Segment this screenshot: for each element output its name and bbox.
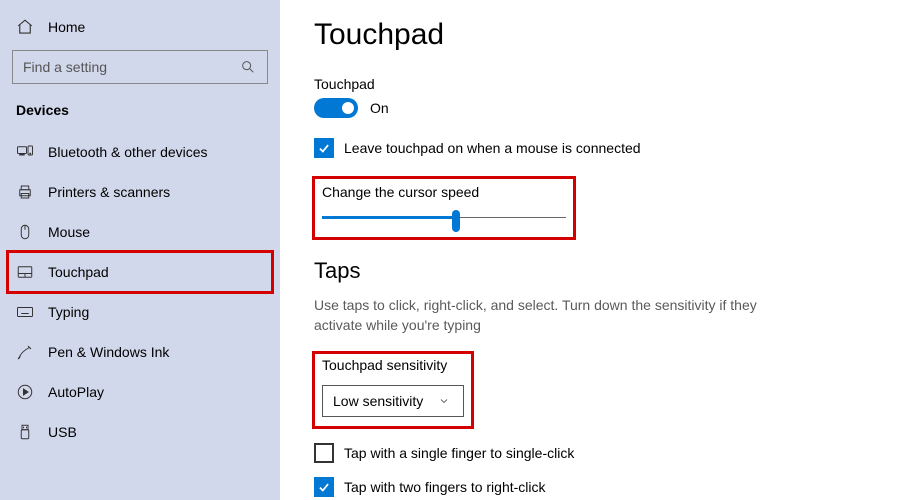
sidebar-item-mouse[interactable]: Mouse	[8, 212, 272, 252]
sidebar-item-label: USB	[48, 424, 77, 440]
sidebar-item-printers[interactable]: Printers & scanners	[8, 172, 272, 212]
slider-thumb[interactable]	[452, 210, 460, 232]
search-input[interactable]	[23, 59, 239, 75]
search-input-container[interactable]	[12, 50, 268, 84]
sidebar-item-usb[interactable]: USB	[8, 412, 272, 452]
autoplay-icon	[16, 383, 34, 401]
home-label: Home	[48, 19, 85, 35]
main-content: Touchpad Touchpad On Leave touchpad on w…	[280, 0, 900, 500]
slider-track-active	[322, 216, 456, 219]
search-icon	[239, 58, 257, 76]
page-title: Touchpad	[314, 18, 866, 52]
sensitivity-dropdown[interactable]: Low sensitivity	[322, 385, 464, 417]
sidebar-item-label: Mouse	[48, 224, 90, 240]
cursor-speed-group: Change the cursor speed	[314, 178, 574, 238]
sensitivity-group: Touchpad sensitivity Low sensitivity	[314, 353, 472, 427]
tap-double-label: Tap with two fingers to right-click	[344, 479, 546, 495]
sidebar-item-label: AutoPlay	[48, 384, 104, 400]
touchpad-toggle-label: Touchpad	[314, 76, 866, 92]
sidebar-item-touchpad[interactable]: Touchpad	[8, 252, 272, 292]
cursor-speed-label: Change the cursor speed	[322, 184, 566, 200]
printer-icon	[16, 183, 34, 201]
taps-heading: Taps	[314, 258, 866, 284]
sidebar-item-typing[interactable]: Typing	[8, 292, 272, 332]
chevron-down-icon	[435, 392, 453, 410]
mouse-icon	[16, 223, 34, 241]
toggle-state-text: On	[370, 100, 389, 116]
sidebar-item-bluetooth[interactable]: Bluetooth & other devices	[8, 132, 272, 172]
leave-on-label: Leave touchpad on when a mouse is connec…	[344, 140, 641, 156]
sidebar-item-label: Pen & Windows Ink	[48, 344, 169, 360]
sensitivity-value: Low sensitivity	[333, 393, 423, 409]
home-link[interactable]: Home	[8, 12, 272, 48]
tap-single-label: Tap with a single finger to single-click	[344, 445, 574, 461]
sensitivity-label: Touchpad sensitivity	[322, 357, 464, 373]
sidebar-item-label: Printers & scanners	[48, 184, 170, 200]
leave-on-checkbox[interactable]	[314, 138, 334, 158]
sidebar-item-label: Typing	[48, 304, 89, 320]
home-icon	[16, 18, 34, 36]
sidebar-item-label: Touchpad	[48, 264, 109, 280]
devices-icon	[16, 143, 34, 161]
taps-description: Use taps to click, right-click, and sele…	[314, 296, 774, 335]
tap-double-checkbox[interactable]	[314, 477, 334, 497]
touchpad-toggle[interactable]	[314, 98, 358, 118]
section-header-devices: Devices	[8, 98, 272, 132]
tap-single-checkbox[interactable]	[314, 443, 334, 463]
sidebar-item-pen[interactable]: Pen & Windows Ink	[8, 332, 272, 372]
sidebar-item-label: Bluetooth & other devices	[48, 144, 208, 160]
sidebar: Home Devices Bluetooth & other devices P…	[0, 0, 280, 500]
sidebar-item-autoplay[interactable]: AutoPlay	[8, 372, 272, 412]
usb-icon	[16, 423, 34, 441]
pen-icon	[16, 343, 34, 361]
cursor-speed-slider[interactable]	[322, 208, 566, 228]
keyboard-icon	[16, 303, 34, 321]
touchpad-icon	[16, 263, 34, 281]
